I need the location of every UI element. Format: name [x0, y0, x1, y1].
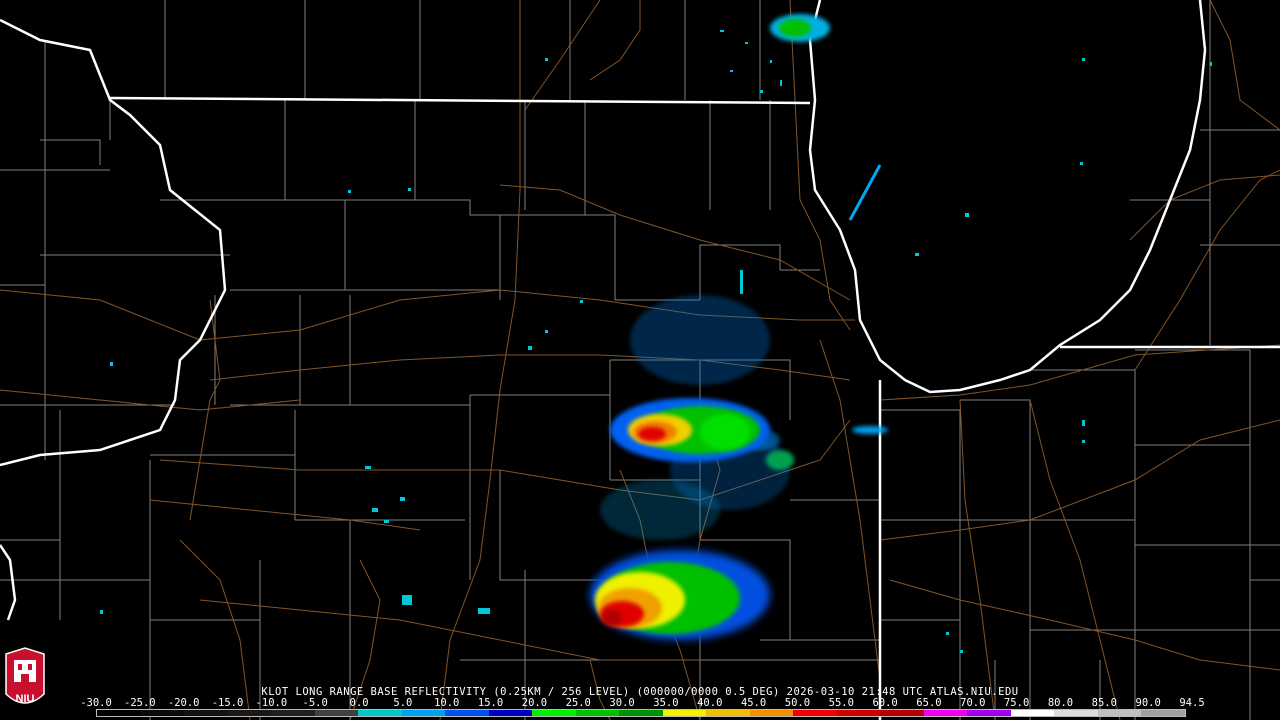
colorbar-label: 60.0 [872, 697, 898, 709]
radar-map [0, 0, 1280, 720]
colorbar-swatch [662, 710, 707, 716]
colorbar-swatch [140, 710, 185, 716]
colorbar-label: 40.0 [697, 697, 723, 709]
colorbar-label: 5.0 [393, 697, 413, 709]
colorbar-label: 90.0 [1135, 697, 1161, 709]
colorbar-label: 35.0 [653, 697, 679, 709]
reflectivity-colorbar [96, 709, 1186, 717]
colorbar-label: 10.0 [434, 697, 460, 709]
colorbar-swatch [575, 710, 620, 716]
colorbar-label: 70.0 [960, 697, 986, 709]
colorbar-label: -15.0 [211, 697, 244, 709]
colorbar-swatch [184, 710, 228, 716]
colorbar-label: -10.0 [255, 697, 288, 709]
colorbar-swatch [880, 710, 924, 716]
colorbar-swatch [358, 710, 402, 716]
colorbar-label: 80.0 [1047, 697, 1074, 709]
colorbar-swatch [488, 710, 533, 716]
colorbar-label: 85.0 [1091, 697, 1117, 709]
colorbar-swatch [793, 710, 837, 716]
colorbar-swatch [967, 710, 1011, 716]
lake-echo-streak [848, 164, 882, 221]
colorbar-swatch [706, 710, 750, 716]
colorbar-swatch [314, 710, 359, 716]
colorbar-swatch [1141, 710, 1185, 716]
colorbar-swatch [227, 710, 272, 716]
colorbar-label: 20.0 [521, 697, 548, 709]
colorbar-label: 30.0 [609, 697, 635, 709]
colorbar-label: 94.5 [1179, 697, 1205, 709]
colorbar-label: -20.0 [167, 697, 200, 709]
colorbar-label: 0.0 [349, 697, 369, 709]
colorbar-swatch [401, 710, 446, 716]
colorbar-label: 75.0 [1003, 697, 1030, 709]
colorbar-swatch [749, 710, 794, 716]
colorbar-swatch [836, 710, 881, 716]
colorbar-label: -30.0 [80, 697, 112, 709]
niu-logo: NIU [5, 647, 45, 705]
storm-cell-south [590, 550, 770, 640]
colorbar-swatch [271, 710, 315, 716]
colorbar-swatch [923, 710, 968, 716]
colorbar-swatch [1097, 710, 1142, 716]
storm-cell-central [610, 398, 770, 462]
colorbar-swatch [1054, 710, 1098, 716]
colorbar-label: 15.0 [477, 697, 504, 709]
colorbar-label: 65.0 [916, 697, 942, 709]
storm-cell-north [770, 14, 830, 42]
colorbar-label: 45.0 [740, 697, 767, 709]
colorbar-label: 25.0 [565, 697, 591, 709]
colorbar-swatch [1010, 710, 1055, 716]
colorbar-swatch [445, 710, 489, 716]
colorbar-swatch [619, 710, 663, 716]
colorbar-label: 55.0 [828, 697, 854, 709]
colorbar-swatch [97, 710, 141, 716]
colorbar-swatch [532, 710, 576, 716]
colorbar-label: 50.0 [784, 697, 811, 709]
colorbar-label: -25.0 [124, 697, 156, 709]
colorbar-label: -5.0 [302, 697, 328, 709]
colorbar-labels: -30.0 -25.0 -20.0 -15.0 -10.0 -5.0 0.0 5.0 10.0 1… [80, 697, 1204, 709]
